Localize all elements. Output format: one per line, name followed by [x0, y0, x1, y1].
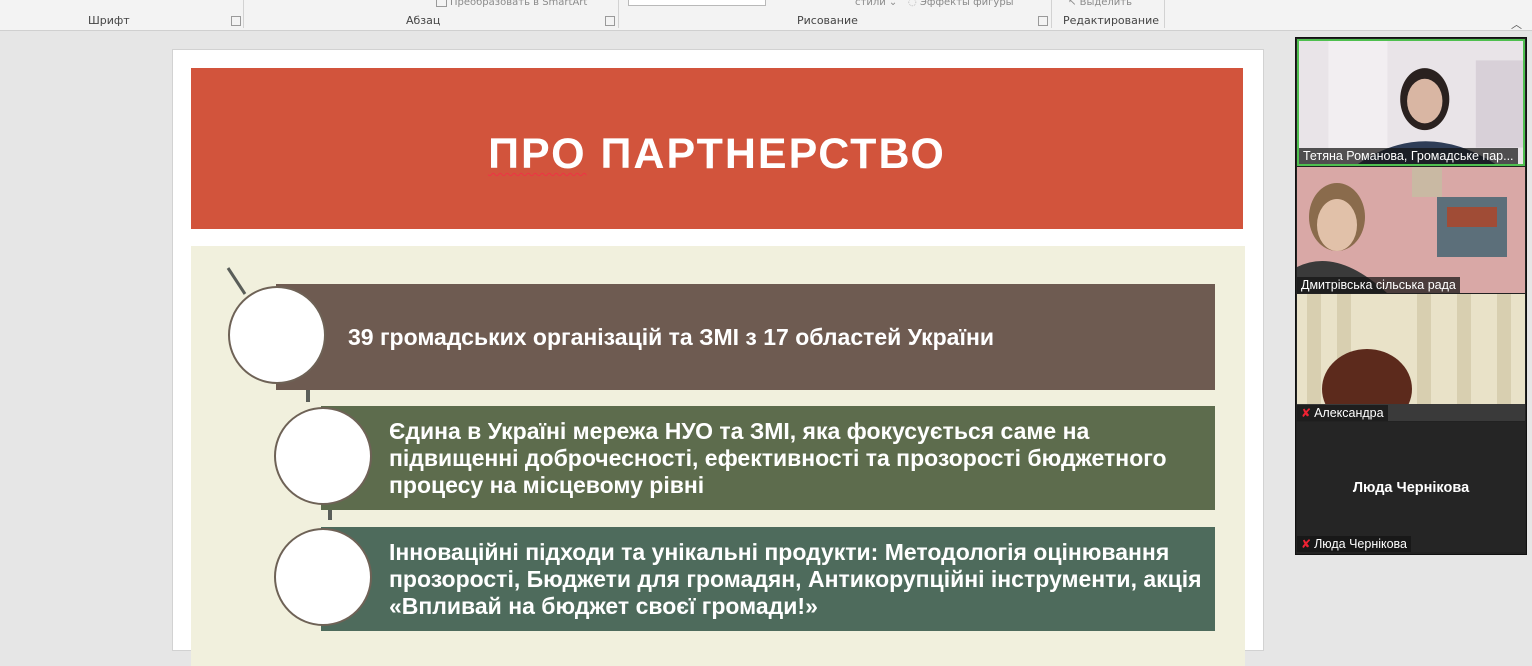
bullet-circle	[228, 286, 326, 384]
paragraph-dialog-launcher-icon[interactable]	[605, 16, 615, 26]
video-panel: Тетяна Романова, Громадське пар... Дмитр…	[1295, 37, 1527, 555]
ribbon-separator	[1051, 0, 1052, 28]
shape-field[interactable]	[628, 0, 766, 6]
video-feed	[1297, 167, 1525, 293]
ribbon-group-drawing: Рисование	[797, 14, 858, 27]
convert-smartart-button[interactable]: Преобразовать в SmartArt	[436, 0, 587, 8]
select-button[interactable]: ↖ Выделить	[1068, 0, 1132, 8]
participant-tile[interactable]: Люда Чернікова ✘ Люда Чернікова	[1297, 422, 1525, 552]
ribbon-separator	[243, 0, 244, 28]
title-banner: ПРО ПАРТНЕРСТВО	[191, 68, 1243, 229]
slide-canvas: ПРО ПАРТНЕРСТВО 39 громадських організац…	[172, 49, 1264, 666]
shape-effects-button[interactable]: ◌ Эффекты фигуры	[908, 0, 1014, 8]
drawing-dialog-launcher-icon[interactable]	[1038, 16, 1048, 26]
participant-name: Дмитрівська сільська рада	[1297, 277, 1460, 293]
participant-display-name: Люда Чернікова	[1352, 480, 1470, 496]
list-item-text: Єдина в Україні мережа НУО та ЗМІ, яка ф…	[389, 417, 1167, 498]
participant-tile[interactable]: ✘ Александра	[1297, 294, 1525, 421]
participant-name: ✘ Александра	[1297, 405, 1388, 421]
content-area: 39 громадських організацій та ЗМІ з 17 о…	[191, 246, 1245, 666]
video-feed	[1297, 294, 1525, 421]
bullet-circle	[274, 407, 372, 505]
participant-name: Тетяна Романова, Громадське пар...	[1299, 148, 1518, 164]
ribbon-separator	[618, 0, 619, 28]
ribbon-group-font: Шрифт	[88, 14, 130, 27]
participant-name: ✘ Люда Чернікова	[1297, 536, 1412, 552]
bullet-circle	[274, 528, 372, 626]
list-item-text: Інноваційні підходи та унікальні продукт…	[389, 538, 1202, 619]
list-item-text: 39 громадських організацій та ЗМІ з 17 о…	[348, 323, 994, 350]
list-item[interactable]: Інноваційні підходи та унікальні продукт…	[321, 527, 1215, 631]
muted-mic-icon: ✘	[1301, 537, 1312, 551]
video-feed	[1299, 41, 1523, 164]
participant-tile[interactable]: Тетяна Романова, Громадське пар...	[1297, 39, 1525, 166]
slide-title[interactable]: ПРО ПАРТНЕРСТВО	[191, 130, 1243, 179]
font-dialog-launcher-icon[interactable]	[231, 16, 241, 26]
ribbon-group-paragraph: Абзац	[406, 14, 441, 27]
ribbon-separator	[1164, 0, 1165, 28]
chevron-up-icon[interactable]: ︿	[1511, 16, 1522, 32]
muted-mic-icon: ✘	[1301, 406, 1312, 420]
participant-tile[interactable]: Дмитрівська сільська рада	[1297, 167, 1525, 293]
list-item[interactable]: 39 громадських організацій та ЗМІ з 17 о…	[276, 284, 1215, 390]
quick-styles-button[interactable]: стили ⌄	[855, 0, 897, 8]
ribbon-group-editing: Редактирование	[1063, 14, 1159, 27]
ribbon: Преобразовать в SmartArt стили ⌄ ◌ Эффек…	[0, 0, 1532, 31]
list-item[interactable]: Єдина в Україні мережа НУО та ЗМІ, яка ф…	[321, 406, 1215, 510]
